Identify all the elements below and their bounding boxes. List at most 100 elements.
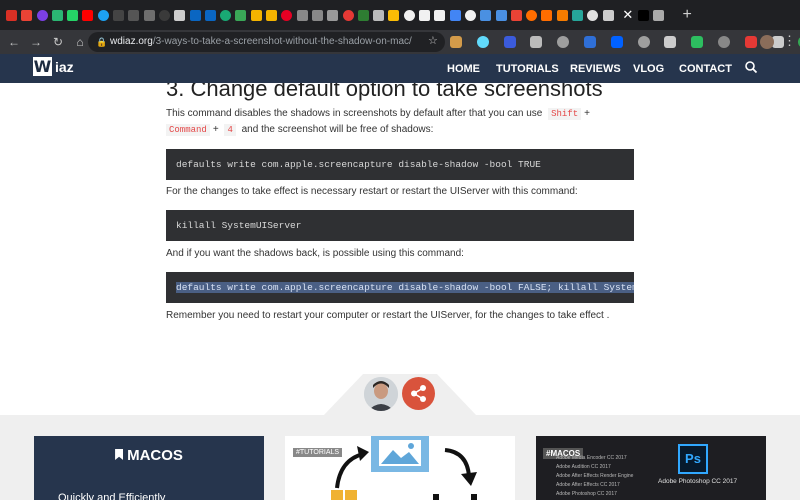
code-text: killall SystemUIServer [176,220,302,231]
related-card[interactable]: #MACOS Adobe Media Encoder CC 2017 Adobe… [536,436,766,500]
google-icon[interactable] [449,9,461,21]
gmail-icon[interactable] [6,9,17,21]
inline-code: 4 [224,124,236,136]
k-icon[interactable] [220,9,232,21]
close-tab-icon[interactable]: ✕ [618,0,638,30]
reload-icon[interactable]: ↻ [47,35,69,49]
green-app-icon[interactable] [51,9,63,21]
red-extension-icon[interactable] [744,36,757,48]
nav-home[interactable]: HOME [447,63,480,75]
new-tab-icon[interactable]: + [682,6,691,24]
orange-app-icon[interactable] [541,9,553,21]
page-icon[interactable] [327,9,339,21]
red-app-icon[interactable] [342,9,354,21]
react-extension-icon[interactable] [476,36,489,48]
dark-app-icon[interactable] [113,9,125,21]
green-app-icon[interactable] [235,9,247,21]
github-icon[interactable] [143,9,155,21]
blue-app-icon[interactable] [480,9,492,21]
yahoo-mail-icon[interactable] [36,9,48,21]
grid-extension-icon[interactable] [530,36,543,48]
dark-app-icon[interactable] [128,9,140,21]
page-icon[interactable] [174,9,186,21]
nav-vlog[interactable]: VLOG [633,63,664,75]
author-tab [323,374,477,416]
nav-reviews[interactable]: REVIEWS [570,63,621,75]
cookie-extension-icon[interactable] [450,36,462,48]
chrome-icon[interactable] [419,9,431,21]
evernote-extension-icon[interactable] [691,36,704,48]
curved-arrow-icon [444,448,471,477]
twitter-icon[interactable] [97,9,109,21]
gmail-icon[interactable] [21,9,33,21]
author-avatar[interactable] [364,377,398,411]
inline-code: Command [166,124,210,136]
related-card[interactable]: #TUTORIALS [285,436,515,500]
paragraph-text: This command disables the shadows in scr… [166,108,543,119]
cloud-icon[interactable] [587,9,599,21]
apple-icon[interactable] [653,9,665,21]
pinterest-icon[interactable] [281,9,293,21]
dark-app-icon[interactable] [158,9,170,21]
orange-app-icon[interactable] [526,9,538,21]
article-paragraph: This command disables the shadows in scr… [166,106,636,138]
chart-icon[interactable] [388,9,400,21]
box-icon[interactable] [556,9,568,21]
article-paragraph: For the changes to take effect is necess… [166,186,578,197]
menu-line: Adobe Audition CC 2017 [556,464,611,470]
linkedin-icon[interactable] [204,9,216,21]
profile-avatar[interactable] [760,35,774,49]
photoshop-icon: Ps [678,444,708,474]
menu-line: Adobe After Effects CC 2017 [556,482,620,488]
yellow-app-icon[interactable] [266,9,278,21]
browser-tab-strip: ✕ + [0,0,800,30]
photoshop-label: Adobe Photoshop CC 2017 [658,478,738,485]
globe-extension-icon[interactable] [557,36,570,48]
selected-code-text: defaults write com.apple.screencapture d… [176,282,634,293]
chrome-icon[interactable] [403,9,415,21]
d-extension-icon[interactable] [583,36,596,48]
whatsapp-icon[interactable] [67,9,79,21]
dropbox-extension-icon[interactable] [610,36,623,48]
gray-app-icon[interactable] [296,9,308,21]
code-block[interactable]: defaults write com.apple.screencapture d… [166,272,634,303]
medium-icon[interactable] [637,9,649,21]
chrome-icon[interactable] [434,9,446,21]
forward-icon[interactable]: → [25,35,47,49]
box-icon[interactable] [571,9,583,21]
code-block[interactable]: defaults write com.apple.screencapture d… [166,149,634,180]
search-icon[interactable] [744,60,758,74]
back-icon[interactable]: ← [3,35,25,49]
blue-app-icon[interactable] [495,9,507,21]
nav-contact[interactable]: CONTACT [679,63,732,75]
leaf-icon[interactable] [357,9,369,21]
share-button[interactable] [402,377,435,410]
site-logo[interactable]: W iaz [33,57,74,76]
chrome-icon[interactable] [464,9,476,21]
youtube-icon[interactable] [82,9,94,21]
red-extension-icon[interactable] [503,36,516,48]
page-icon[interactable] [602,9,614,21]
yellow-app-icon[interactable] [250,9,262,21]
plus-text: + [584,108,590,119]
camera-extension-icon[interactable] [664,36,677,48]
browser-menu-icon[interactable]: ⋮ [783,33,796,49]
linkedin-icon[interactable] [189,9,201,21]
gray-extension-icon[interactable] [717,36,730,48]
code-block[interactable]: killall SystemUIServer [166,210,634,241]
grid-extension-icon[interactable] [637,36,650,48]
gray-app-icon[interactable] [311,9,323,21]
menu-line: Adobe After Effects Render Engine [556,473,634,479]
card-illustration [331,436,477,500]
nav-tutorials[interactable]: TUTORIALS [496,63,559,75]
address-bar[interactable]: 🔒 wdiaz.org/3-ways-to-take-a-screenshot-… [88,32,445,52]
menu-line: Adobe Photoshop CC 2017 [556,491,617,497]
page-icon[interactable] [373,9,385,21]
card-title: MACOS [34,447,264,464]
related-card[interactable]: MACOS Quickly and Efficiently [34,436,264,500]
card-title-text: MACOS [127,447,183,464]
logo-text: iaz [55,58,74,75]
bookmark-star-icon[interactable]: ☆ [428,34,438,47]
box-icon [331,490,343,500]
red-app-icon[interactable] [510,9,522,21]
